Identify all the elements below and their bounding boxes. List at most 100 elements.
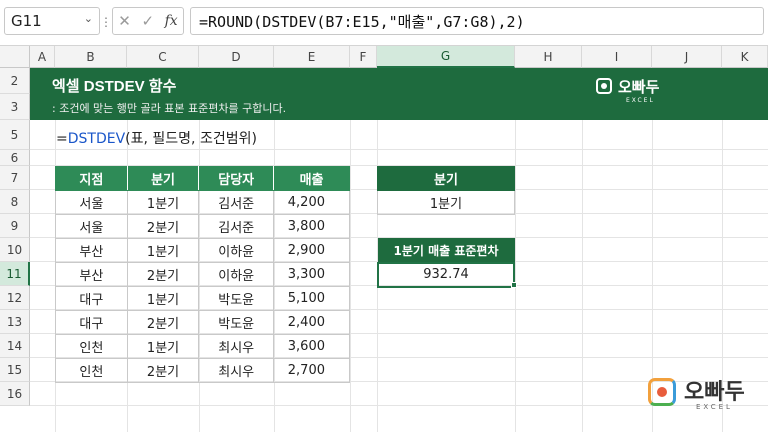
row-header-12[interactable]: 12 (0, 286, 30, 310)
table-cell[interactable]: 4,200 (273, 190, 350, 215)
table-cell[interactable]: 1분기 (126, 238, 200, 263)
column-header-b[interactable]: B (55, 46, 127, 68)
row-header-2[interactable]: 2 (0, 68, 30, 94)
table-cell[interactable]: 대구 (55, 310, 128, 335)
banner-subtitle: : 조건에 맞는 행만 골라 표본 표준편차를 구합니다. (52, 102, 287, 115)
table-row: 서울 2분기 김서준 3,800 (55, 214, 350, 239)
row-header-10[interactable]: 10 (0, 238, 30, 262)
formula-input[interactable]: =ROUND(DSTDEV(B7:E15,"매출",G7:G8),2) (190, 7, 764, 35)
table-cell[interactable]: 서울 (55, 214, 128, 239)
logo-text: 오빠두 (618, 78, 660, 96)
chevron-down-icon[interactable]: ⌄ (84, 12, 93, 25)
banner-title: 엑셀 DSTDEV 함수 (52, 78, 177, 95)
more-options-icon[interactable]: ⋮ (100, 10, 112, 34)
banner-logo: 오빠두 EXCEL (596, 74, 676, 110)
row-header-8[interactable]: 8 (0, 190, 30, 214)
table-row: 부산 1분기 이하윤 2,900 (55, 238, 350, 263)
column-header-g[interactable]: G (377, 46, 515, 68)
cancel-icon[interactable]: ✕ (118, 12, 131, 30)
formula-bar: G11 ⌄ ⋮ ✕ ✓ fx =ROUND(DSTDEV(B7:E15,"매출"… (0, 0, 768, 46)
title-banner: 엑셀 DSTDEV 함수 : 조건에 맞는 행만 골라 표본 표준편차를 구합니… (30, 68, 768, 120)
table-row: 인천 1분기 최시우 3,600 (55, 334, 350, 359)
column-header-h[interactable]: H (515, 46, 582, 68)
column-header-i[interactable]: I (582, 46, 652, 68)
header-quarter[interactable]: 분기 (126, 166, 200, 191)
table-cell[interactable]: 2,900 (273, 238, 350, 263)
syntax-prefix: = (56, 131, 68, 147)
column-header-a[interactable]: A (30, 46, 55, 68)
column-header-c[interactable]: C (127, 46, 199, 68)
table-cell[interactable]: 2분기 (126, 358, 200, 383)
logo-subtext: EXCEL (626, 97, 655, 104)
table-cell[interactable]: 박도윤 (198, 310, 275, 335)
row-header-16[interactable]: 16 (0, 382, 30, 406)
table-cell[interactable]: 1분기 (126, 286, 200, 311)
table-cell[interactable]: 3,300 (273, 262, 350, 287)
column-header-f[interactable]: F (350, 46, 377, 68)
result-value[interactable]: 932.74 (377, 261, 515, 288)
footer-logo-subtext: EXCEL (696, 403, 733, 411)
row-header-6[interactable]: 6 (0, 150, 30, 166)
table-cell[interactable]: 최시우 (198, 334, 275, 359)
table-cell[interactable]: 5,100 (273, 286, 350, 311)
table-cell[interactable]: 2분기 (126, 262, 200, 287)
row-header-14[interactable]: 14 (0, 334, 30, 358)
table-cell[interactable]: 부산 (55, 238, 128, 263)
table-cell[interactable]: 부산 (55, 262, 128, 287)
table-cell[interactable]: 인천 (55, 334, 128, 359)
table-row: 대구 1분기 박도윤 5,100 (55, 286, 350, 311)
criteria-value[interactable]: 1분기 (377, 190, 515, 215)
column-header-k[interactable]: K (722, 46, 768, 68)
table-cell[interactable]: 서울 (55, 190, 128, 215)
row-header-13[interactable]: 13 (0, 310, 30, 334)
select-all-corner[interactable] (0, 46, 30, 68)
table-cell[interactable]: 3,800 (273, 214, 350, 239)
header-branch[interactable]: 지점 (55, 166, 128, 191)
table-cell[interactable]: 인천 (55, 358, 128, 383)
footer-logo-text: 오빠두 (684, 380, 745, 405)
table-cell[interactable]: 3,600 (273, 334, 350, 359)
row-header-9[interactable]: 9 (0, 214, 30, 238)
table-cell[interactable]: 이하윤 (198, 262, 275, 287)
header-sales[interactable]: 매출 (273, 166, 350, 191)
fill-handle[interactable] (511, 282, 517, 288)
table-cell[interactable]: 김서준 (198, 214, 275, 239)
table-cell[interactable]: 2,700 (273, 358, 350, 383)
table-cell[interactable]: 1분기 (126, 334, 200, 359)
row-header-3[interactable]: 3 (0, 94, 30, 120)
header-manager[interactable]: 담당자 (198, 166, 275, 191)
table-row: 부산 2분기 이하윤 3,300 (55, 262, 350, 287)
column-header-d[interactable]: D (199, 46, 274, 68)
table-cell[interactable]: 2,400 (273, 310, 350, 335)
table-cell[interactable]: 김서준 (198, 190, 275, 215)
footer-logo: 오빠두 EXCEL (648, 374, 758, 418)
insert-function-icon[interactable]: fx (165, 13, 178, 29)
table-row: 서울 1분기 김서준 4,200 (55, 190, 350, 215)
result-header[interactable]: 1분기 매출 표준편차 (377, 238, 515, 263)
table-cell[interactable]: 2분기 (126, 214, 200, 239)
syntax-args: (표, 필드명, 조건범위) (125, 131, 257, 147)
function-syntax: =DSTDEV(표, 필드명, 조건범위) (56, 128, 257, 148)
confirm-icon[interactable]: ✓ (141, 12, 154, 30)
table-cell[interactable]: 이하윤 (198, 238, 275, 263)
table-cell[interactable]: 최시우 (198, 358, 275, 383)
row-header-5[interactable]: 5 (0, 120, 30, 150)
table-row: 대구 2분기 박도윤 2,400 (55, 310, 350, 335)
name-box[interactable]: G11 ⌄ (4, 7, 100, 35)
table-cell[interactable]: 1분기 (126, 190, 200, 215)
row-header-7[interactable]: 7 (0, 166, 30, 190)
table-cell[interactable]: 대구 (55, 286, 128, 311)
name-box-value: G11 (11, 12, 42, 30)
table-cell[interactable]: 2분기 (126, 310, 200, 335)
formula-actions: ✕ ✓ fx (112, 7, 184, 35)
result-table: 1분기 매출 표준편차 932.74 (377, 238, 515, 288)
row-header-15[interactable]: 15 (0, 358, 30, 382)
syntax-function: DSTDEV (67, 131, 126, 147)
column-header-j[interactable]: J (652, 46, 722, 68)
criteria-header[interactable]: 분기 (377, 166, 515, 191)
row-header-11[interactable]: 11 (0, 262, 30, 286)
logo-dot (601, 83, 607, 89)
formula-text: =ROUND(DSTDEV(B7:E15,"매출",G7:G8),2) (199, 12, 525, 31)
table-cell[interactable]: 박도윤 (198, 286, 275, 311)
column-header-e[interactable]: E (274, 46, 350, 68)
